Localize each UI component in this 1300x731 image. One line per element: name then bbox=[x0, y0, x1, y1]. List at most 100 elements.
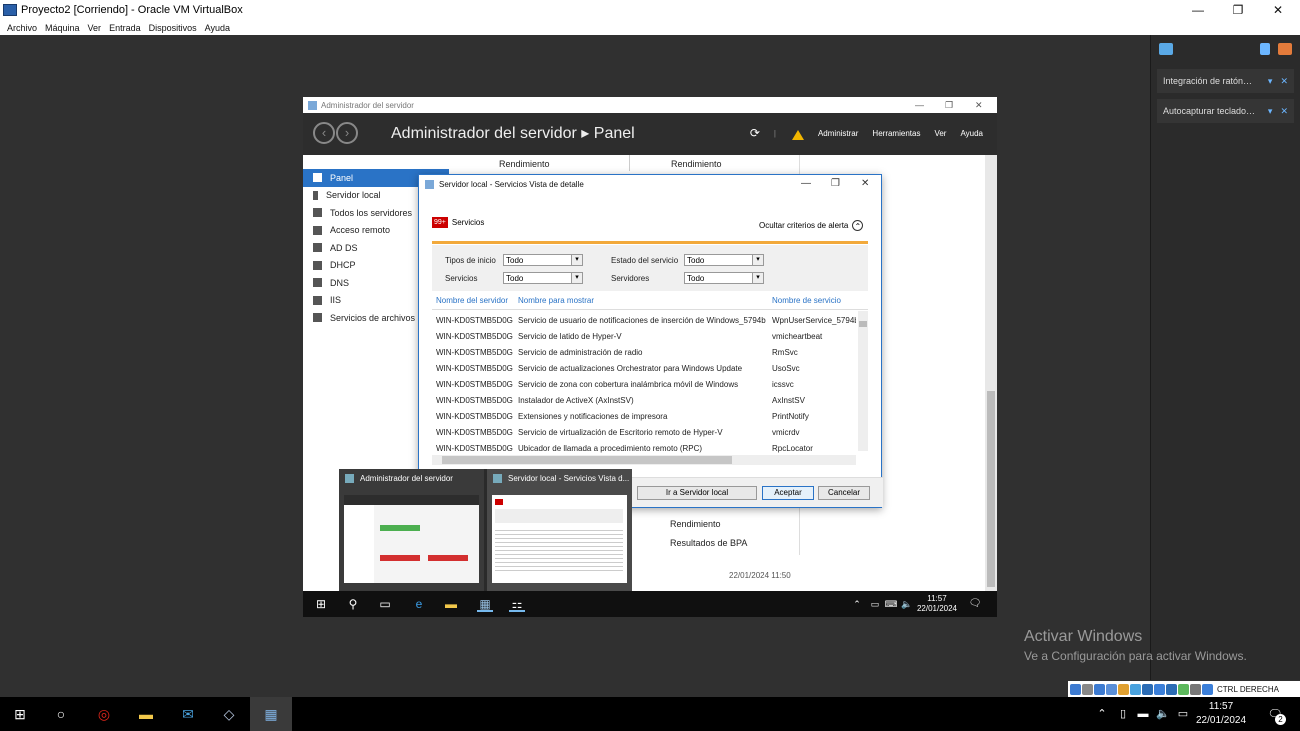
table-row[interactable]: WIN-KD0STMB5D0G Servicio de latido de Hyp… bbox=[432, 329, 856, 345]
show-hidden-icons[interactable]: ⌃ bbox=[849, 596, 865, 612]
menu-herramientas[interactable]: Herramientas bbox=[872, 129, 920, 138]
column-header-service[interactable]: Nombre de servicio bbox=[772, 296, 841, 305]
internet-explorer-icon[interactable]: e bbox=[411, 596, 427, 612]
scrollbar-thumb[interactable] bbox=[987, 391, 995, 587]
host-clock[interactable]: 11:57 22/01/2024 bbox=[1196, 700, 1246, 728]
battery-icon[interactable]: ▬ bbox=[1132, 704, 1154, 724]
menu-ayuda[interactable]: Ayuda bbox=[205, 23, 230, 33]
dismiss-icon[interactable]: ✕ bbox=[1280, 76, 1288, 87]
accept-button[interactable]: Aceptar bbox=[762, 486, 814, 500]
notifications-flag-icon[interactable] bbox=[790, 126, 804, 140]
file-services-icon bbox=[313, 313, 322, 323]
maximize-button[interactable]: ❐ bbox=[1218, 0, 1258, 20]
list-icon[interactable] bbox=[1260, 43, 1270, 55]
volume-icon[interactable]: 🔈 bbox=[1152, 704, 1174, 724]
notification-mouse-integration[interactable]: Integración de ratón… ▾ ✕ bbox=[1157, 69, 1294, 93]
usb-icon[interactable] bbox=[1118, 683, 1129, 695]
opera-icon[interactable]: ◎ bbox=[93, 704, 115, 724]
grid-vertical-scrollbar[interactable] bbox=[858, 311, 868, 451]
windows-start-icon[interactable]: ⊞ bbox=[313, 596, 329, 612]
virtualbox-vm-icon[interactable]: ▦ bbox=[250, 697, 292, 731]
windows-start-icon[interactable]: ⊞ bbox=[9, 704, 31, 724]
startup-type-select[interactable]: Todo bbox=[503, 254, 583, 266]
tablet-icon[interactable]: ▯ bbox=[1112, 704, 1134, 724]
guest-maximize-button[interactable]: ❐ bbox=[945, 97, 953, 113]
services-select[interactable]: Todo bbox=[503, 272, 583, 284]
menu-maquina[interactable]: Máquina bbox=[45, 23, 80, 33]
content-scrollbar[interactable] bbox=[985, 155, 997, 591]
menu-ayuda-guest[interactable]: Ayuda bbox=[960, 129, 983, 138]
tile-link-performance[interactable]: Rendimiento bbox=[670, 519, 721, 529]
forward-icon[interactable]: › bbox=[336, 122, 358, 144]
guest-additions-icon[interactable] bbox=[1178, 683, 1189, 695]
display-icon[interactable] bbox=[1142, 683, 1153, 695]
menu-entrada[interactable]: Entrada bbox=[109, 23, 141, 33]
guest-clock[interactable]: 11:57 22/01/2024 bbox=[917, 594, 957, 614]
mail-icon[interactable]: ✉ bbox=[177, 704, 199, 724]
keyboard-capture-icon[interactable] bbox=[1202, 683, 1213, 695]
table-row[interactable]: WIN-KD0STMB5D0G Servicio de virtualizació… bbox=[432, 425, 856, 441]
expand-icon[interactable]: ▾ bbox=[1268, 106, 1273, 117]
server-manager-taskbar-icon[interactable]: ▦ bbox=[477, 596, 493, 612]
tile-header-performance[interactable]: Rendimiento bbox=[499, 159, 550, 169]
column-header-display[interactable]: Nombre para mostrar bbox=[518, 296, 594, 305]
clear-notifications-icon[interactable] bbox=[1278, 43, 1292, 55]
network-icon[interactable]: ▭ bbox=[1172, 704, 1194, 724]
volume-icon[interactable]: 🔈 bbox=[899, 596, 915, 612]
menu-dispositivos[interactable]: Dispositivos bbox=[149, 23, 197, 33]
network-icon[interactable]: ▭ bbox=[867, 596, 883, 612]
dialog-maximize-button[interactable]: ❐ bbox=[831, 178, 840, 189]
audio-icon[interactable] bbox=[1094, 683, 1105, 695]
guest-close-button[interactable]: ✕ bbox=[975, 97, 983, 113]
menu-administrar[interactable]: Administrar bbox=[818, 129, 858, 138]
dialog-close-button[interactable]: ✕ bbox=[861, 178, 869, 189]
table-row[interactable]: WIN-KD0STMB5D0G Extensiones y notificacio… bbox=[432, 409, 856, 425]
thumbnail-server-manager[interactable]: Administrador del servidor bbox=[339, 469, 484, 591]
action-center-icon[interactable]: 🗨 bbox=[967, 596, 983, 612]
table-row[interactable]: WIN-KD0STMB5D0G Servicio de zona con cobe… bbox=[432, 377, 856, 393]
notification-keyboard-capture[interactable]: Autocapturar teclado… ▾ ✕ bbox=[1157, 99, 1294, 123]
mouse-capture-icon[interactable] bbox=[1190, 683, 1201, 695]
dialog-minimize-button[interactable]: — bbox=[801, 178, 811, 189]
table-row[interactable]: WIN-KD0STMB5D0G Servicio de administració… bbox=[432, 345, 856, 361]
network-taskbar-icon[interactable]: ⚏ bbox=[509, 596, 525, 612]
close-button[interactable]: ✕ bbox=[1258, 0, 1298, 20]
minimize-button[interactable]: — bbox=[1178, 0, 1218, 20]
tile-header-performance[interactable]: Rendimiento bbox=[671, 159, 722, 169]
menu-ver-guest[interactable]: Ver bbox=[934, 129, 946, 138]
optical-drive-icon[interactable] bbox=[1082, 683, 1093, 695]
file-explorer-icon[interactable]: ▬ bbox=[443, 596, 459, 612]
show-hidden-icons[interactable]: ⌃ bbox=[1091, 704, 1113, 724]
dismiss-icon[interactable]: ✕ bbox=[1280, 106, 1288, 117]
servers-select[interactable]: Todo bbox=[684, 272, 764, 284]
keyboard-icon[interactable]: ⌨ bbox=[883, 596, 899, 612]
shared-folders-icon[interactable] bbox=[1130, 683, 1141, 695]
menu-ver[interactable]: Ver bbox=[88, 23, 102, 33]
table-row[interactable]: WIN-KD0STMB5D0G Servicio de usuario de no… bbox=[432, 313, 856, 329]
table-row[interactable]: WIN-KD0STMB5D0G Servicio de actualizacion… bbox=[432, 361, 856, 377]
network-status-icon[interactable] bbox=[1106, 683, 1117, 695]
file-explorer-icon[interactable]: ▬ bbox=[135, 704, 157, 724]
thumbnail-services-dialog[interactable]: Servidor local - Servicios Vista d... bbox=[487, 469, 632, 591]
virtualbox-manager-icon[interactable]: ◇ bbox=[218, 704, 240, 724]
back-icon[interactable]: ‹ bbox=[313, 122, 335, 144]
hard-disk-icon[interactable] bbox=[1070, 683, 1081, 695]
column-header-server[interactable]: Nombre del servidor bbox=[436, 296, 508, 305]
search-icon[interactable]: ⚲ bbox=[345, 596, 361, 612]
expand-icon[interactable]: ▾ bbox=[1268, 76, 1273, 87]
cancel-button[interactable]: Cancelar bbox=[818, 486, 870, 500]
recording-icon[interactable] bbox=[1154, 683, 1165, 695]
table-row[interactable]: WIN-KD0STMB5D0G Instalador de ActiveX (Ax… bbox=[432, 393, 856, 409]
service-status-select[interactable]: Todo bbox=[684, 254, 764, 266]
collapse-icon[interactable]: ⌃ bbox=[852, 220, 864, 231]
hide-alert-criteria-toggle[interactable]: Ocultar criterios de alerta ⌃ bbox=[759, 220, 864, 231]
grid-horizontal-scrollbar[interactable] bbox=[432, 455, 856, 465]
guest-minimize-button[interactable]: — bbox=[915, 97, 924, 113]
tile-link-bpa[interactable]: Resultados de BPA bbox=[670, 538, 747, 548]
goto-local-server-button[interactable]: Ir a Servidor local bbox=[637, 486, 757, 500]
menu-archivo[interactable]: Archivo bbox=[7, 23, 37, 33]
cortana-icon[interactable]: ○ bbox=[50, 704, 72, 724]
message-icon[interactable] bbox=[1159, 43, 1173, 55]
refresh-icon[interactable]: ⟳ bbox=[750, 126, 760, 140]
task-view-icon[interactable]: ▭ bbox=[377, 596, 393, 612]
